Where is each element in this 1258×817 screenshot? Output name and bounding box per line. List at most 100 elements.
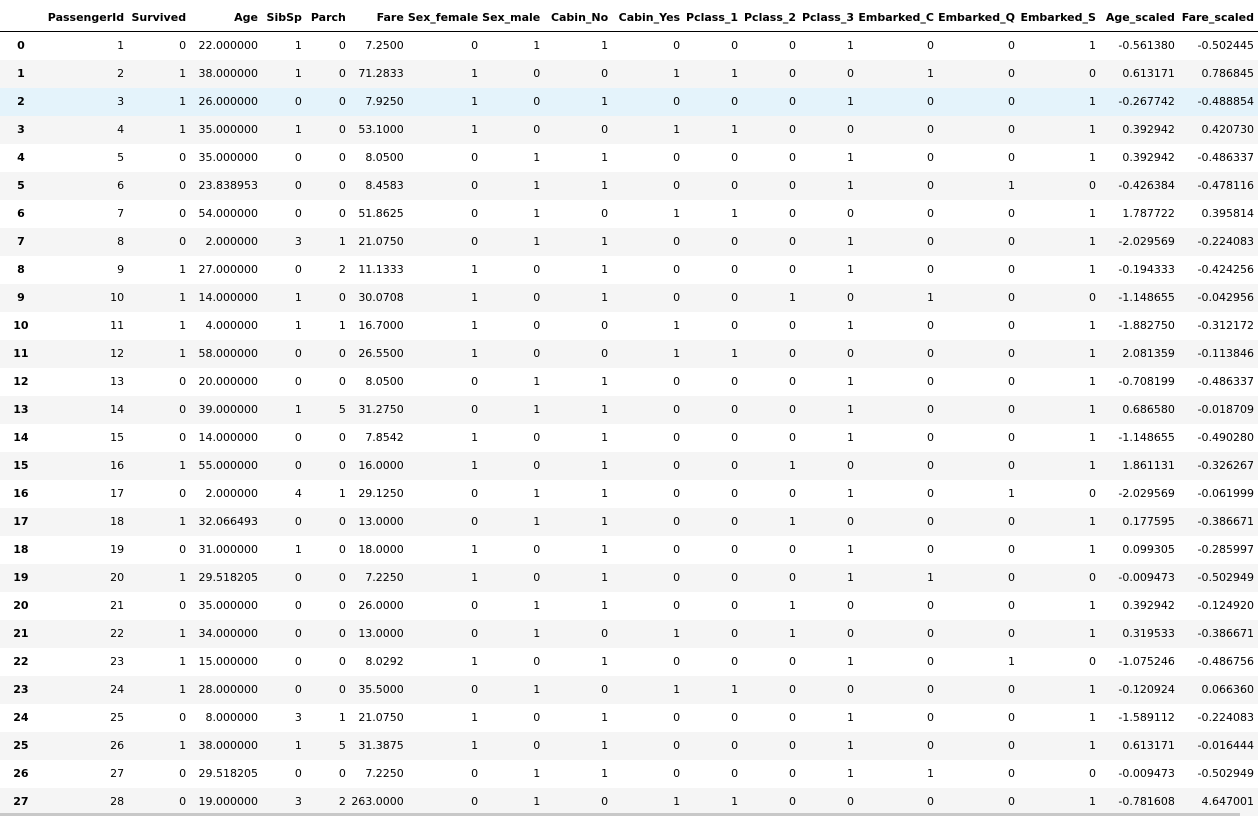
table-cell: 1: [847, 179, 854, 192]
horizontal-scrollbar[interactable]: [0, 813, 1240, 816]
table-cell: 0: [1007, 571, 1015, 584]
table-row[interactable]: 18 19 0 31.000000 1 0 18.0000 1 0 1 0 0 0 1 0 0 1 0.09930…: [0, 536, 1258, 564]
table-cell: 31.3875: [358, 739, 404, 752]
table-cell: 0: [789, 655, 797, 668]
table-cell: 1: [179, 123, 187, 136]
table-row[interactable]: 0 1 0 22.000000 1 0 7.2500 0 1 1 0 0 0 1 0 0 1 -0.561380 -…: [0, 31, 1258, 60]
table-cell: 9: [117, 263, 125, 276]
column-header: Embarked_S: [1018, 4, 1100, 32]
table-cell: -0.386671: [1197, 627, 1254, 640]
table-row[interactable]: 2 3 1 26.000000 0 0 7.9250 1 0 1 0 0 0 1 0 0 1 -0.267742 -…: [0, 88, 1258, 116]
table-cell: 0.392942: [1122, 151, 1175, 164]
table-cell: 0: [1007, 403, 1015, 416]
table-cell: 0: [673, 291, 681, 304]
table-row[interactable]: 13 14 0 39.000000 1 5 31.2750 0 1 1 0 0 0 1 0 0 1 0.68658…: [0, 396, 1258, 424]
table-row[interactable]: 10 11 1 4.000000 1 1 16.7000 1 0 0 1 0 0 1 0 0 1 -1.88275…: [0, 312, 1258, 340]
table-cell: 0: [789, 375, 797, 388]
table-cell: 0: [471, 151, 479, 164]
table-row[interactable]: 24 25 0 8.000000 3 1 21.0750 1 0 1 0 0 0 1 0 0 1 -1.58911…: [0, 704, 1258, 732]
table-cell: 1: [471, 95, 479, 108]
table-cell: -2.029569: [1118, 235, 1175, 248]
table-row[interactable]: 20 21 0 35.000000 0 0 26.0000 0 1 1 0 0 1 0 0 0 1 0.39294…: [0, 592, 1258, 620]
table-cell: 1: [533, 39, 541, 52]
table-cell: 35.000000: [198, 599, 258, 612]
table-cell: 1: [926, 767, 934, 780]
table-row[interactable]: 14 15 0 14.000000 0 0 7.8542 1 0 1 0 0 0 1 0 0 1 -1.14865…: [0, 424, 1258, 452]
table-row[interactable]: 3 4 1 35.000000 1 0 53.1000 1 0 0 1 1 0 0 0 0 1 0.392942 0…: [0, 116, 1258, 144]
table-row[interactable]: 6 7 0 54.000000 0 0 51.8625 0 1 0 1 1 0 0 0 0 1 1.787722 0…: [0, 200, 1258, 228]
table-row[interactable]: 12 13 0 20.000000 0 0 8.0500 0 1 1 0 0 0 1 0 0 1 -0.70819…: [0, 368, 1258, 396]
table-cell: 1: [789, 515, 797, 528]
table-row[interactable]: 17 18 1 32.066493 0 0 13.0000 0 1 1 0 0 1 0 0 0 1 0.17759…: [0, 508, 1258, 536]
row-index: 25: [13, 739, 29, 752]
table-cell: 1: [1088, 263, 1096, 276]
table-cell: 0: [673, 95, 681, 108]
table-cell: 1: [789, 627, 797, 640]
table-cell: 0: [731, 39, 739, 52]
table-cell: 14: [110, 403, 125, 416]
table-row[interactable]: 5 6 0 23.838953 0 0 8.4583 0 1 1 0 0 0 1 0 1 0 -0.426384 -…: [0, 172, 1258, 200]
table-cell: 7.9250: [365, 95, 404, 108]
table-row[interactable]: 27 28 0 19.000000 3 2 263.0000 0 1 0 1 1 0 0 0 0 1 -0.781…: [0, 788, 1258, 816]
table-cell: 0: [533, 543, 541, 556]
table-row[interactable]: 1 2 1 38.000000 1 0 71.2833 1 0 0 1 1 0 0 1 0 0 0.613171 0…: [0, 60, 1258, 88]
table-cell: -0.009473: [1118, 767, 1175, 780]
table-row[interactable]: 23 24 1 28.000000 0 0 35.5000 0 1 0 1 1 0 0 0 0 1 -0.1209…: [0, 676, 1258, 704]
table-cell: 1: [533, 487, 541, 500]
row-index: 6: [17, 207, 25, 220]
table-cell: 0: [789, 767, 797, 780]
table-cell: 26.0000: [358, 599, 404, 612]
table-row[interactable]: 11 12 1 58.000000 0 0 26.5500 1 0 0 1 1 0 0 0 0 1 2.08135…: [0, 340, 1258, 368]
table-cell: -0.016444: [1197, 739, 1254, 752]
table-cell: 0: [673, 711, 681, 724]
table-row[interactable]: 4 5 0 35.000000 0 0 8.0500 0 1 1 0 0 0 1 0 0 1 0.392942 -0…: [0, 144, 1258, 172]
table-cell: 1: [117, 39, 125, 52]
table-row[interactable]: 21 22 1 34.000000 0 0 13.0000 0 1 0 1 0 1 0 0 0 1 0.31953…: [0, 620, 1258, 648]
table-cell: 0: [294, 179, 302, 192]
column-header: Survived: [128, 4, 191, 32]
table-cell: 22: [110, 627, 125, 640]
table-cell: 0: [673, 655, 681, 668]
table-cell: 1: [847, 711, 854, 724]
column-header: Cabin_Yes: [612, 4, 685, 32]
table-cell: 0: [673, 235, 681, 248]
table-cell: 0: [1007, 431, 1015, 444]
table-row[interactable]: 26 27 0 29.518205 0 0 7.2250 0 1 1 0 0 0 1 1 0 0 -0.00947…: [0, 760, 1258, 788]
table-cell: 1: [601, 459, 609, 472]
table-row[interactable]: 22 23 1 15.000000 0 0 8.0292 1 0 1 0 0 0 1 0 1 0 -1.07524…: [0, 648, 1258, 676]
table-cell: 0: [1007, 543, 1015, 556]
table-cell: 1: [471, 431, 479, 444]
table-cell: -0.502445: [1197, 39, 1254, 52]
table-row[interactable]: 7 8 0 2.000000 3 1 21.0750 0 1 1 0 0 0 1 0 0 1 -2.029569 -…: [0, 228, 1258, 256]
table-row[interactable]: 9 10 1 14.000000 1 0 30.0708 1 0 1 0 0 1 0 1 0 0 -1.14865…: [0, 284, 1258, 312]
table-cell: 0: [847, 795, 854, 808]
table-cell: 1: [673, 795, 681, 808]
table-cell: 0: [789, 487, 797, 500]
table-cell: -0.386671: [1197, 515, 1254, 528]
table-cell: 0.613171: [1122, 67, 1175, 80]
table-cell: 0: [338, 627, 346, 640]
table-cell: 0: [847, 459, 854, 472]
table-cell: 2: [338, 263, 346, 276]
row-index: 19: [13, 571, 29, 584]
table-row[interactable]: 15 16 1 55.000000 0 0 16.0000 1 0 1 0 0 1 0 0 0 1 1.86113…: [0, 452, 1258, 480]
table-cell: 0: [673, 459, 681, 472]
table-cell: 1: [847, 319, 854, 332]
table-cell: 0: [926, 123, 934, 136]
table-cell: 0: [471, 39, 479, 52]
table-row[interactable]: 19 20 1 29.518205 0 0 7.2250 1 0 1 0 0 0 1 1 0 0 -0.00947…: [0, 564, 1258, 592]
table-cell: 35.000000: [198, 123, 258, 136]
table-cell: 0: [533, 123, 541, 136]
table-cell: 0: [673, 599, 681, 612]
table-cell: 0: [731, 403, 739, 416]
table-cell: 1: [673, 207, 681, 220]
table-cell: 16.0000: [358, 459, 404, 472]
table-cell: 14.000000: [198, 291, 258, 304]
table-cell: 1: [601, 571, 609, 584]
table-row[interactable]: 25 26 1 38.000000 1 5 31.3875 1 0 1 0 0 0 1 0 0 1 0.61317…: [0, 732, 1258, 760]
table-cell: 0: [926, 487, 934, 500]
table-row[interactable]: 8 9 1 27.000000 0 2 11.1333 1 0 1 0 0 0 1 0 0 1 -0.194333…: [0, 256, 1258, 284]
table-row[interactable]: 16 17 0 2.000000 4 1 29.1250 0 1 1 0 0 0 1 0 1 0 -2.02956…: [0, 480, 1258, 508]
table-cell: 1: [673, 319, 681, 332]
table-cell: 0: [1007, 95, 1015, 108]
